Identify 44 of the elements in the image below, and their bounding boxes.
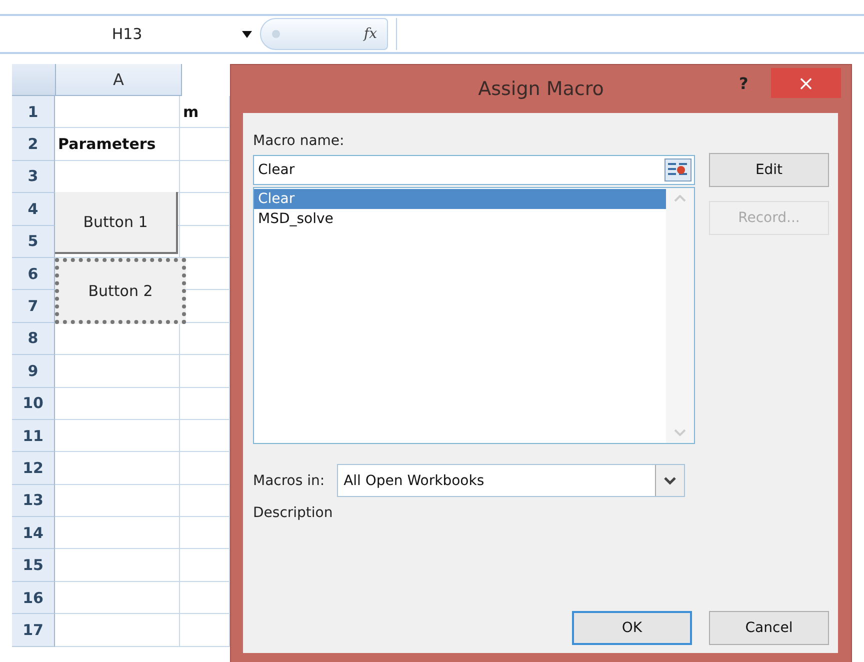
row-header[interactable]: 13 [12,484,55,518]
row-header[interactable]: 4 [12,193,55,226]
macros-in-select[interactable]: All Open Workbooks [336,464,685,497]
row-header[interactable]: 5 [12,226,55,258]
row-header[interactable]: 3 [12,160,55,194]
dialog-button[interactable]: OK [572,611,692,645]
field-label: Macro name: [253,133,346,149]
name-box[interactable]: H13 [12,18,242,50]
text-input[interactable]: Clear [254,161,664,179]
help-button[interactable]: ? [733,73,754,94]
list-item[interactable]: MSD_solve [254,209,666,229]
row-header[interactable]: 6 [12,258,55,290]
field-label: Macros in: [253,472,325,488]
row-header[interactable]: 8 [12,322,55,356]
grid-icon[interactable] [664,158,692,182]
list-item[interactable]: Clear [254,189,666,209]
row-header[interactable]: 7 [12,290,55,323]
row-header[interactable]: 12 [12,452,55,485]
scroll-down-icon[interactable] [674,429,686,437]
dialog-title: Assign Macro [478,78,604,100]
row-header[interactable]: 14 [12,517,55,550]
description-label: Description [253,505,334,521]
close-button[interactable]: × [771,68,841,98]
macro-name-field[interactable]: Clear [253,155,695,185]
column-header[interactable]: A [56,64,182,96]
chevron-down-icon[interactable] [664,476,676,484]
row-header[interactable]: 15 [12,549,55,582]
row-header[interactable]: 17 [12,614,55,647]
row-header[interactable]: 2 [12,128,55,161]
row-header[interactable]: 16 [12,582,55,614]
insert-function-button[interactable]: fx [364,26,377,42]
form-button[interactable]: Button 2 [55,258,186,324]
dialog-button[interactable]: Edit [709,153,829,187]
row-header[interactable]: 10 [12,388,55,420]
select-all-corner[interactable] [12,64,56,96]
row-header[interactable]: 9 [12,355,55,388]
row-header[interactable]: 1 [12,96,55,128]
row-header[interactable]: 11 [12,420,55,452]
form-button[interactable]: Button 1 [55,192,178,254]
scroll-up-icon[interactable] [674,194,686,202]
dialog-button[interactable]: Cancel [709,611,829,645]
dropdown-arrow-icon[interactable] [242,30,252,38]
table-cell: Parameters [55,128,180,161]
circle-icon [271,29,281,39]
